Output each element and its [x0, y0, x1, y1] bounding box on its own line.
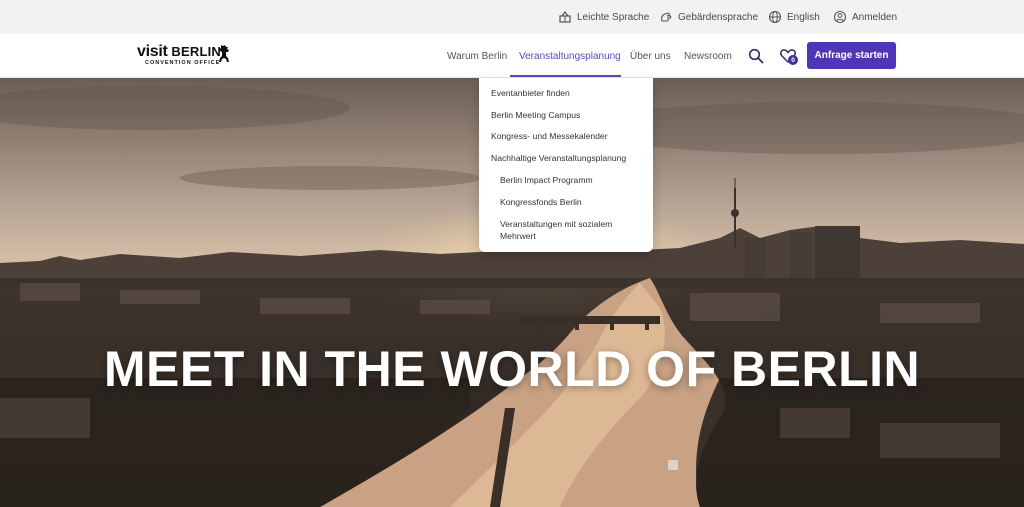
favorites-count-badge: 0 [788, 55, 798, 65]
leichte-sprache-link[interactable]: Leichte Sprache [558, 0, 649, 34]
site-logo[interactable]: visit BERLIN CONVENTION OFFICE [137, 43, 229, 70]
main-header: visit BERLIN CONVENTION OFFICE Warum Ber… [0, 34, 1024, 78]
bear-icon [219, 45, 229, 62]
dropdown-item-eventanbieter[interactable]: Eventanbieter finden [491, 87, 570, 99]
user-icon [833, 10, 847, 24]
sign-language-icon [659, 10, 673, 24]
gebaerdensprache-label: Gebärdensprache [678, 11, 759, 23]
globe-icon [768, 10, 782, 24]
gebaerdensprache-link[interactable]: Gebärdensprache [659, 0, 758, 34]
leichte-sprache-icon [558, 10, 572, 24]
logo-brand-visit: visit [137, 43, 168, 60]
leichte-sprache-label: Leichte Sprache [577, 11, 650, 23]
dropdown-subitem-sozialer-mehrwert[interactable]: Veranstaltungen mit sozialem [500, 218, 612, 230]
language-switch[interactable]: English [768, 0, 820, 34]
logo-brand-berlin: BERLIN [171, 44, 221, 59]
anfrage-starten-button[interactable]: Anfrage starten [807, 42, 896, 69]
login-label: Anmelden [852, 11, 898, 23]
utility-bar: Leichte Sprache Gebärdensprache English … [0, 0, 1024, 34]
dropdown-subitem-impact-programm[interactable]: Berlin Impact Programm [500, 174, 593, 186]
dropdown-subitem-sozialer-mehrwert-line2[interactable]: Mehrwert [500, 230, 536, 242]
nav-newsroom[interactable]: Newsroom [684, 34, 732, 78]
logo-wordmark: visit BERLIN [137, 43, 221, 60]
language-label: English [787, 11, 820, 23]
dropdown-subitem-kongressfonds[interactable]: Kongressfonds Berlin [500, 196, 582, 208]
dropdown-item-kongresskalender[interactable]: Kongress- und Messekalender [491, 130, 608, 142]
logo-subtitle: CONVENTION OFFICE [145, 60, 221, 66]
search-icon[interactable] [748, 48, 764, 64]
nav-ueber-uns[interactable]: Über uns [630, 34, 671, 78]
nav-warum-berlin[interactable]: Warum Berlin [447, 34, 507, 78]
dropdown-item-nachhaltige-planung[interactable]: Nachhaltige Veranstaltungsplanung [491, 152, 626, 164]
hero-title: MEET IN THE WORLD OF BERLIN [103, 341, 921, 397]
veranstaltungsplanung-dropdown: Eventanbieter finden Berlin Meeting Camp… [479, 78, 653, 252]
dropdown-item-meeting-campus[interactable]: Berlin Meeting Campus [491, 109, 580, 121]
nav-active-indicator [510, 75, 621, 77]
login-link[interactable]: Anmelden [833, 0, 897, 34]
nav-veranstaltungsplanung[interactable]: Veranstaltungsplanung [519, 34, 621, 78]
